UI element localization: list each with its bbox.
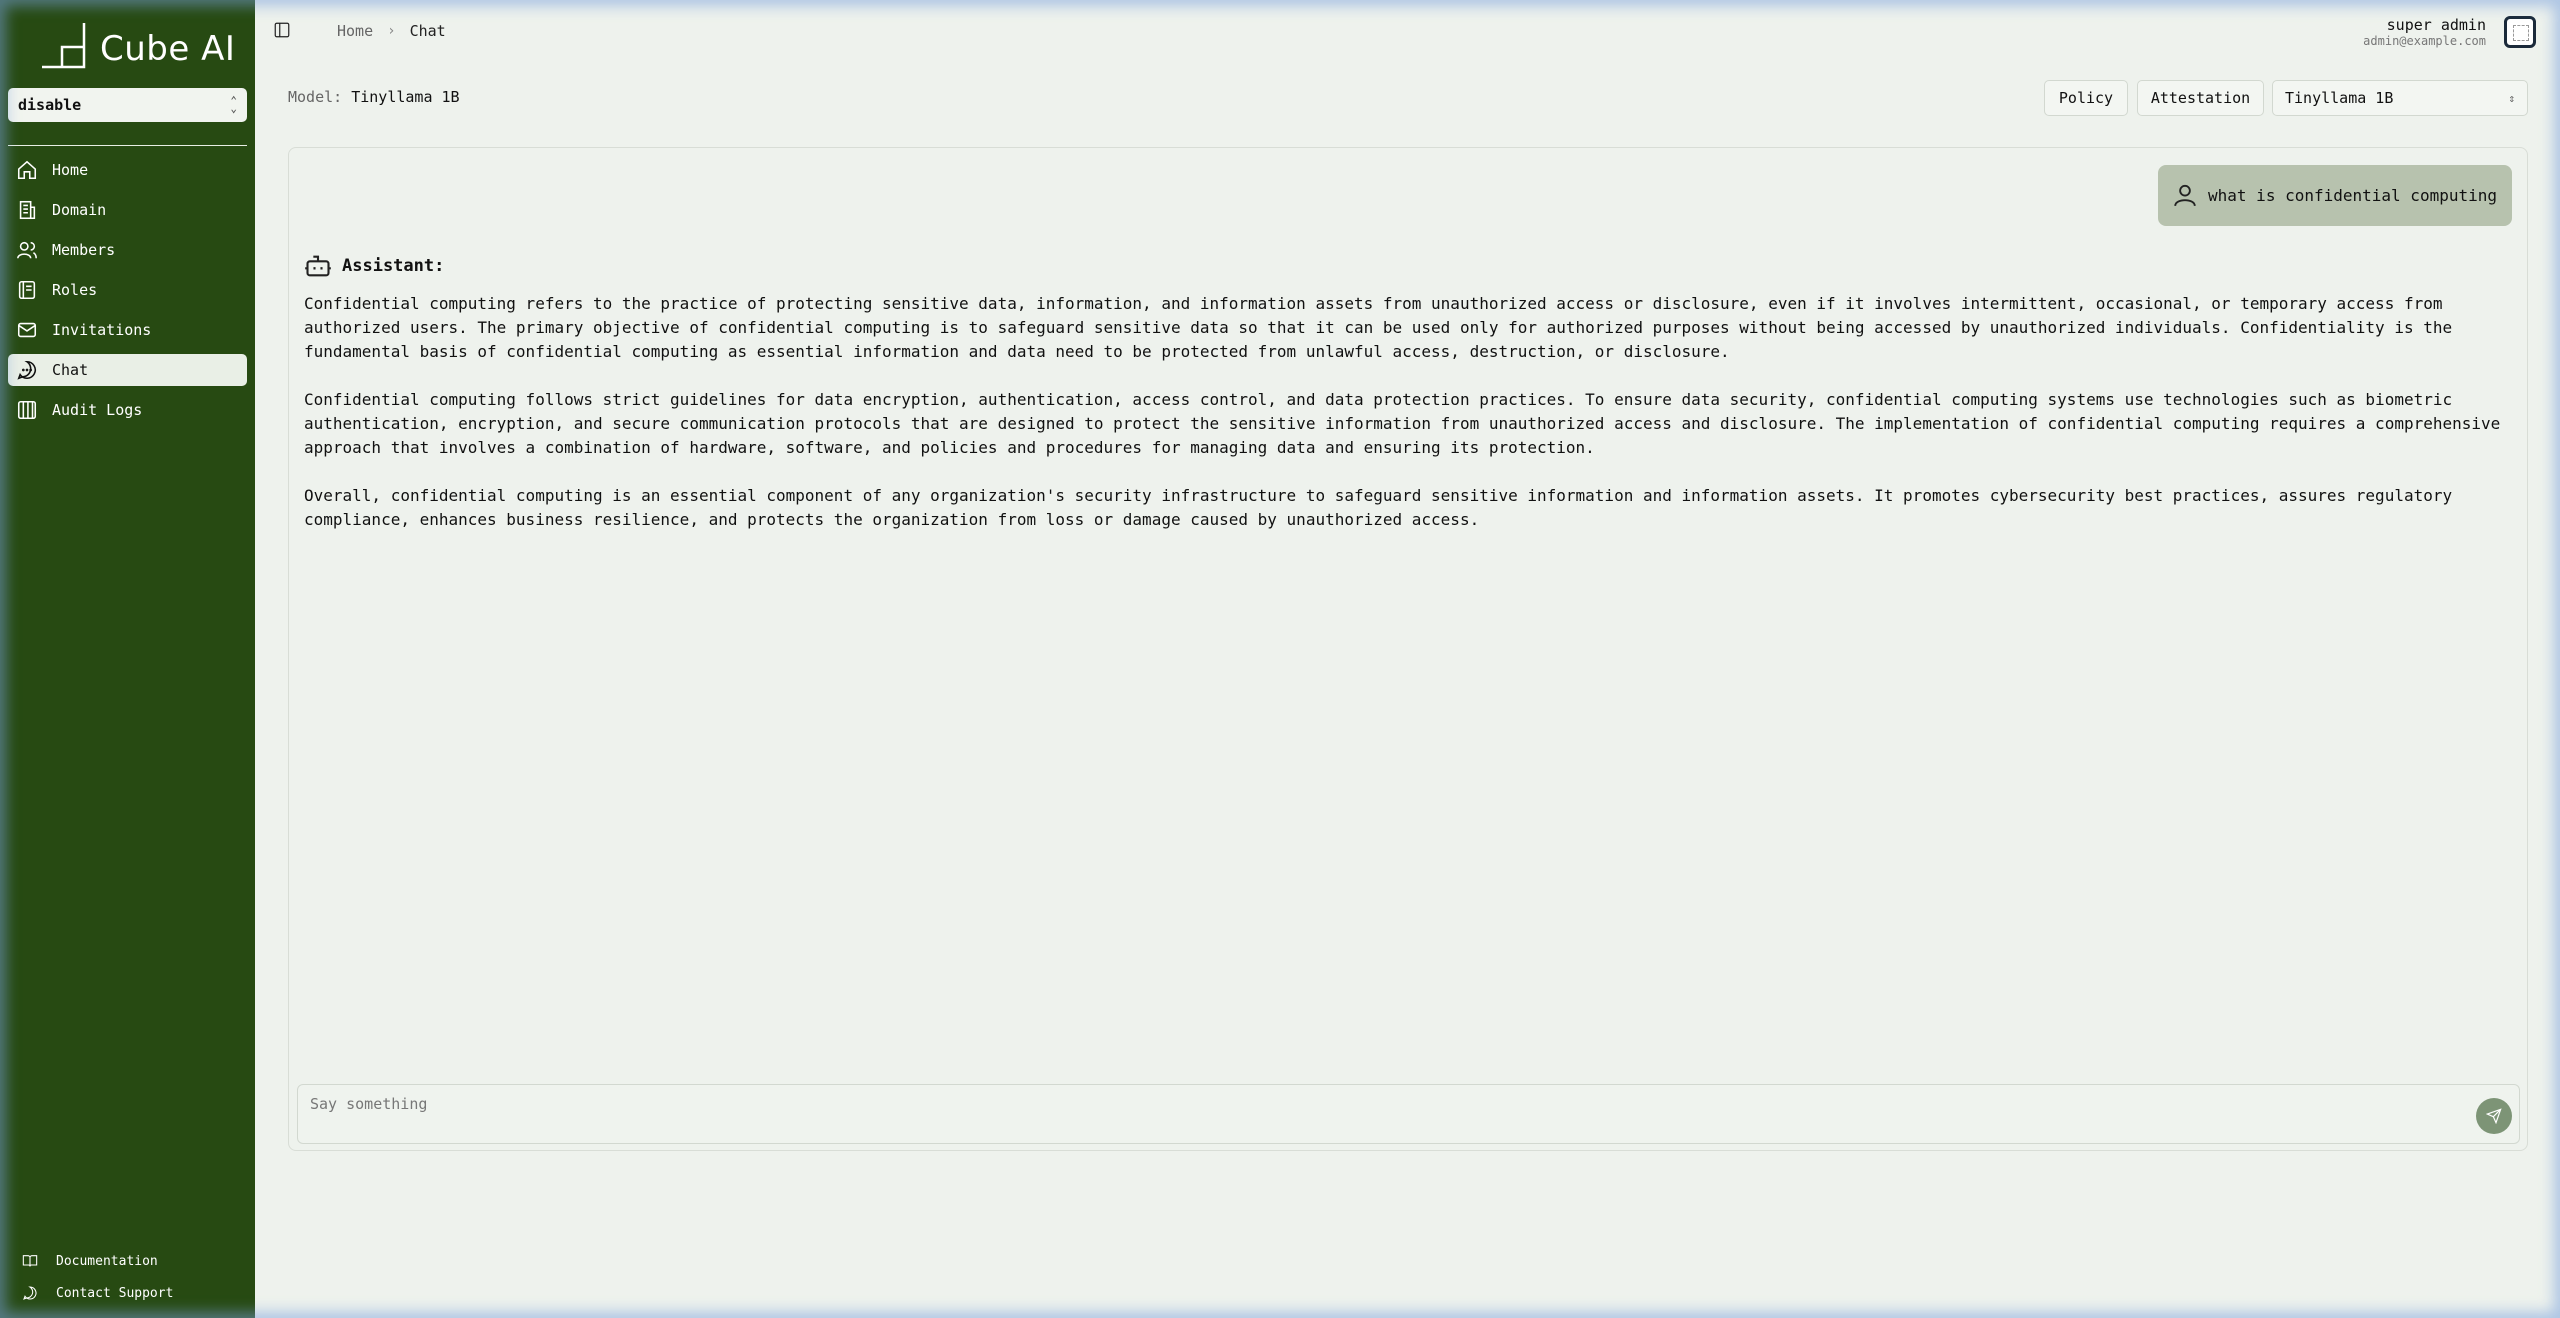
sidebar-item-label: Members	[52, 241, 116, 259]
assistant-message: Confidential computing refers to the pra…	[304, 292, 2514, 556]
assistant-header: Assistant:	[304, 252, 444, 280]
model-label: Model:	[288, 88, 343, 106]
sidebar-footer: Documentation Contact Support	[22, 1245, 173, 1309]
home-icon	[16, 159, 38, 181]
cube-logo-icon	[40, 21, 88, 69]
sidebar: Cube AI disable ⌃⌄ Home Domain Members	[0, 0, 255, 1318]
mail-icon	[16, 319, 38, 341]
sidebar-item-home[interactable]: Home	[8, 154, 247, 186]
message-input[interactable]	[310, 1093, 2450, 1115]
documentation-link[interactable]: Documentation	[22, 1245, 173, 1277]
contact-support-link[interactable]: Contact Support	[22, 1277, 173, 1309]
topbar: Home › Chat super admin admin@example.co…	[255, 0, 2560, 62]
chevron-right-icon: ›	[387, 23, 396, 39]
user-message: what is confidential computing	[2158, 165, 2512, 226]
model-select[interactable]: Tinyllama 1B ⇕	[2272, 80, 2528, 116]
message-composer	[297, 1084, 2520, 1144]
chevron-updown-icon: ⌃ ⌄	[230, 94, 237, 115]
main-content: Home › Chat super admin admin@example.co…	[255, 0, 2560, 1318]
user-message-text: what is confidential computing	[2208, 186, 2497, 205]
attestation-button[interactable]: Attestation	[2137, 80, 2264, 116]
bot-icon	[305, 255, 331, 277]
book-open-icon	[22, 1255, 38, 1267]
model-select-value: Tinyllama 1B	[2285, 89, 2394, 107]
model-value: Tinyllama 1B	[351, 88, 460, 106]
breadcrumb: Home › Chat	[337, 22, 446, 40]
sidebar-item-chat[interactable]: Chat	[8, 354, 247, 386]
sidebar-item-members[interactable]: Members	[8, 234, 247, 266]
message-circle-icon	[23, 1286, 37, 1300]
breadcrumb-home[interactable]: Home	[337, 22, 373, 40]
domain-select-value: disable	[18, 96, 82, 114]
send-icon	[2486, 1108, 2502, 1124]
documentation-label: Documentation	[56, 1253, 158, 1269]
sidebar-divider	[8, 145, 247, 146]
sidebar-toggle-button[interactable]	[273, 21, 291, 39]
building-icon	[16, 199, 38, 221]
sidebar-item-label: Home	[52, 161, 89, 179]
assistant-paragraph: Confidential computing refers to the pra…	[304, 294, 2453, 361]
chevron-updown-icon: ⇕	[2508, 91, 2515, 105]
sidebar-item-label: Audit Logs	[52, 401, 143, 419]
app-logo[interactable]: Cube AI	[40, 20, 240, 70]
user-email: admin@example.com	[2363, 34, 2486, 48]
model-indicator: Model: Tinyllama 1B	[288, 88, 460, 106]
avatar[interactable]	[2504, 16, 2536, 48]
assistant-paragraph: Overall, confidential computing is an es…	[304, 486, 2453, 529]
assistant-label: Assistant:	[342, 256, 445, 276]
sidebar-item-roles[interactable]: Roles	[8, 274, 247, 306]
sidebar-item-domain[interactable]: Domain	[8, 194, 247, 226]
columns-icon	[16, 399, 38, 421]
domain-select[interactable]: disable ⌃ ⌄	[8, 88, 247, 122]
users-icon	[16, 239, 38, 261]
sidebar-item-label: Roles	[52, 281, 98, 299]
panel-left-icon	[274, 22, 290, 38]
user-info[interactable]: super admin admin@example.com	[2363, 16, 2486, 49]
breadcrumb-current: Chat	[409, 22, 446, 40]
book-icon	[16, 279, 38, 301]
chat-panel: what is confidential computing Assistant…	[288, 147, 2528, 1151]
sidebar-item-invitations[interactable]: Invitations	[8, 314, 247, 346]
assistant-paragraph: Confidential computing follows strict gu…	[304, 390, 2501, 457]
user-name: super admin	[2386, 16, 2486, 34]
chat-icon	[16, 359, 38, 381]
send-button[interactable]	[2476, 1098, 2512, 1134]
app-name: Cube AI	[100, 29, 236, 69]
sidebar-item-label: Invitations	[52, 321, 152, 339]
contact-support-label: Contact Support	[56, 1285, 174, 1301]
sidebar-item-audit-logs[interactable]: Audit Logs	[8, 394, 247, 426]
sidebar-nav: Home Domain Members Roles Invitations Ch…	[8, 154, 247, 434]
user-icon	[2172, 182, 2198, 208]
policy-button[interactable]: Policy	[2044, 80, 2128, 116]
sidebar-item-label: Chat	[52, 361, 89, 379]
sidebar-item-label: Domain	[52, 201, 107, 219]
